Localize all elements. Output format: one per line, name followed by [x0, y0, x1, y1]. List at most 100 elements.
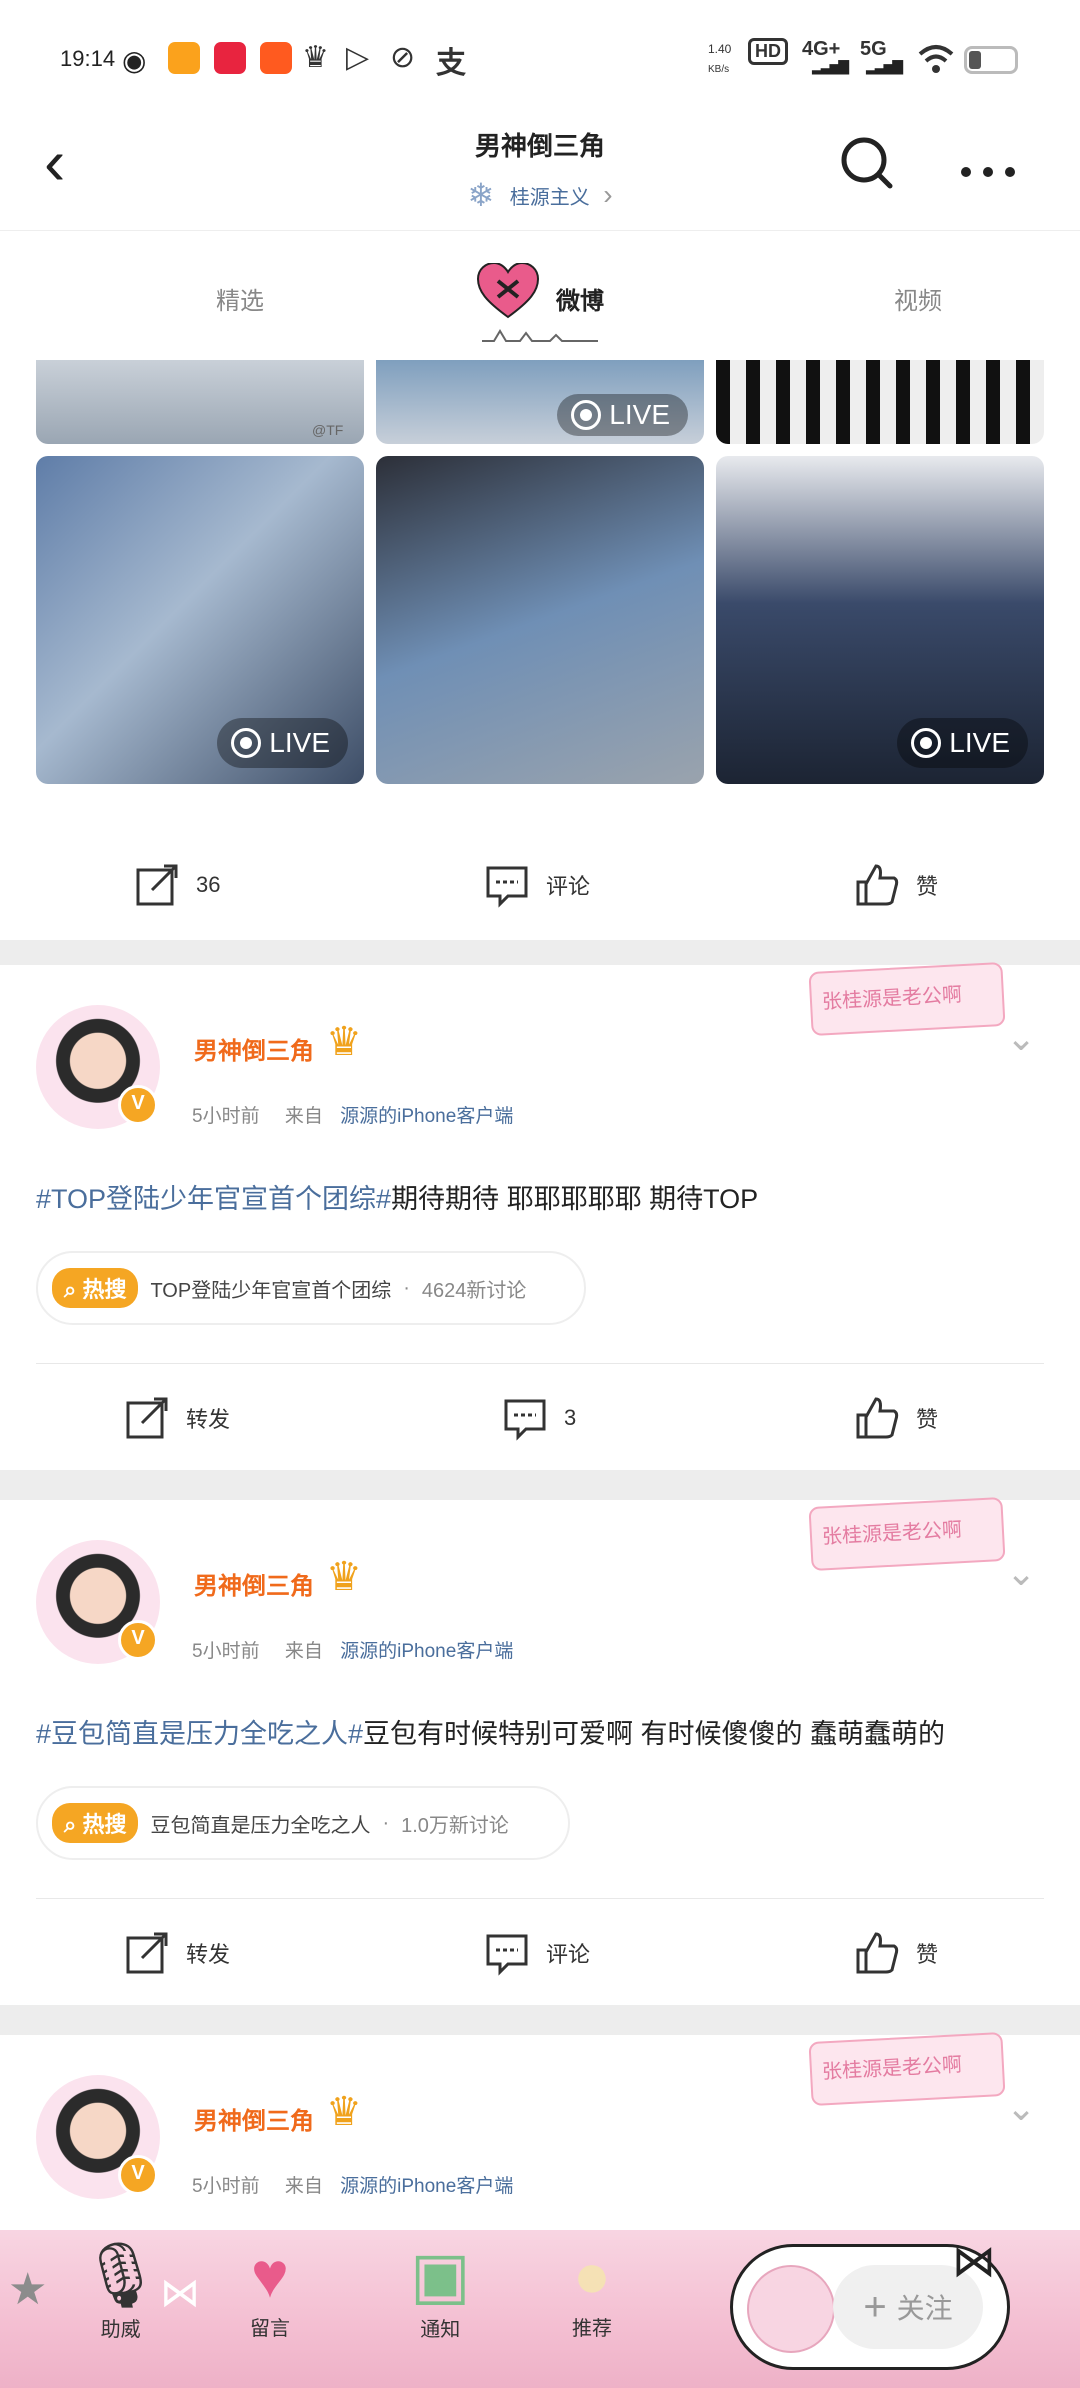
bow-icon: ⋈ — [160, 2271, 200, 2315]
status-time: 19:14 — [60, 46, 116, 71]
chevron-down-icon[interactable]: ⌄ — [1006, 1017, 1036, 1059]
verified-badge: V — [118, 2155, 158, 2195]
tab-video[interactable]: 视频 — [894, 281, 942, 316]
group-subtitle[interactable]: ❄ 桂源主义 › — [0, 176, 1080, 214]
repost-button[interactable]: 转发 — [124, 1395, 230, 1441]
name-sticker: 张桂源是老公啊 — [808, 2031, 1006, 2107]
like-button[interactable]: 赞 — [854, 1930, 938, 1976]
more-icon[interactable] — [956, 130, 1020, 194]
chevron-right-icon: › — [603, 179, 613, 210]
signal-bars-icon: ▂▃▅▇ — [866, 58, 903, 74]
crown-badge-icon: ♛ — [326, 2090, 362, 2134]
hot-search-badge: ⌕ 热搜 — [52, 1803, 139, 1843]
hot-search-label: 热搜 — [82, 1277, 127, 1302]
like-label: 赞 — [916, 1942, 939, 1967]
heart-icon — [476, 263, 540, 319]
hashtag-link[interactable]: #TOP登陆少年官宣首个团综# — [36, 1184, 391, 1214]
live-badge: LIVE — [217, 718, 348, 768]
repost-icon — [126, 1932, 168, 1974]
hot-topic: TOP登陆少年官宣首个团综 — [150, 1279, 392, 1302]
photo-thumbnail[interactable] — [716, 360, 1044, 444]
tab-featured[interactable]: 精选 — [216, 281, 264, 316]
bottom-nav: ★ 🎙 助威 ⋈ ♥ 留言 ▣ 通知 ● 推荐 + 关注 ⋈ — [0, 2230, 1080, 2388]
chevron-down-icon[interactable]: ⌄ — [1006, 1552, 1036, 1594]
photo-thumbnail[interactable]: LIVE — [376, 360, 704, 444]
nav-cheer-label: 助威 — [100, 2319, 141, 2341]
weibo-icon: ◉ — [122, 45, 147, 76]
hot-search-chip[interactable]: ⌕ 热搜 豆包简直是压力全吃之人 · 1.0万新讨论 — [36, 1786, 570, 1860]
page-header: ‹ 男神倒三角 ❄ 桂源主义 › — [0, 120, 1080, 230]
hot-dot: · — [382, 1811, 390, 1834]
thumbs-up-icon — [856, 864, 899, 906]
tab-weibo[interactable]: 微博 — [556, 281, 604, 316]
crown-icon: ♛ — [302, 41, 329, 74]
comment-button[interactable]: 评论 — [484, 862, 590, 908]
repost-button[interactable]: 36 — [134, 862, 220, 908]
chevron-down-icon[interactable]: ⌄ — [1006, 2087, 1036, 2129]
live-label: LIVE — [269, 727, 330, 758]
post-body: 期待期待 耶耶耶耶耶 期待TOP — [391, 1184, 759, 1214]
net-speed: 1.40 — [708, 42, 732, 56]
hot-dot: · — [403, 1276, 410, 1299]
comment-count: 3 — [564, 1405, 577, 1430]
nav-recommend[interactable]: ● 推荐 — [572, 2238, 612, 2341]
repost-icon — [126, 1397, 168, 1439]
username[interactable]: 男神倒三角 — [194, 1031, 314, 1066]
post-from: 来自 — [284, 1641, 323, 1662]
photo-thumbnail[interactable]: LIVE — [36, 456, 364, 784]
post-card: V 男神倒三角 ♛ 5小时前 来自 源源的iPhone客户端 张桂源是老公啊 ⌄ — [0, 2031, 1080, 2235]
post-from: 来自 — [284, 1106, 323, 1127]
post-source[interactable]: 源源的iPhone客户端 — [340, 2176, 513, 2197]
repost-count: 36 — [196, 872, 221, 897]
winged-heart-icon: ♥ — [251, 2239, 289, 2311]
hot-search-chip[interactable]: ⌕ 热搜 TOP登陆少年官宣首个团综 · 4624新讨论 — [36, 1251, 586, 1325]
photo-thumbnail[interactable]: LIVE — [716, 456, 1044, 784]
verified-badge: V — [118, 1620, 158, 1660]
like-button[interactable]: 赞 — [854, 862, 938, 908]
comment-button[interactable]: 评论 — [484, 1930, 590, 1976]
signal-bars-icon: ▂▃▅▇ — [812, 58, 849, 74]
follow-label: 关注 — [896, 2293, 953, 2324]
crown-badge-icon: ♛ — [326, 1020, 362, 1064]
post-card: @TF LIVE LIVE LIVE — [0, 360, 1080, 830]
alipay-icon: 支 — [436, 47, 466, 80]
taobao-icon — [260, 42, 292, 74]
live-label: LIVE — [609, 399, 670, 430]
sticker-text: 张桂源是老公啊 — [821, 2054, 963, 2084]
nav-notifications[interactable]: ▣ 通知 — [410, 2238, 470, 2342]
like-button[interactable]: 赞 — [854, 1395, 938, 1441]
battery-icon — [964, 46, 1018, 74]
hot-topic: 豆包简直是压力全吃之人 — [150, 1814, 371, 1837]
username[interactable]: 男神倒三角 — [194, 2101, 314, 2136]
watermark-text: @TF — [312, 422, 344, 438]
leaf-icon: ⊘ — [390, 41, 416, 74]
post-from: 来自 — [284, 2176, 323, 2197]
post-source[interactable]: 源源的iPhone客户端 — [340, 1641, 513, 1662]
search-icon[interactable] — [834, 130, 898, 194]
repost-button[interactable]: 转发 — [124, 1930, 230, 1976]
wifi-icon — [918, 45, 954, 73]
nav-cheer[interactable]: 🎙 助威 — [80, 2238, 161, 2342]
post-time: 5小时前 — [192, 1641, 260, 1662]
photo-thumbnail[interactable] — [376, 456, 704, 784]
username[interactable]: 男神倒三角 — [194, 1566, 314, 1601]
comment-icon — [504, 1399, 546, 1441]
comment-button[interactable]: 3 — [502, 1395, 576, 1441]
repost-icon — [136, 864, 178, 906]
net-speed-unit: KB/s — [708, 64, 730, 75]
status-bar: 19:14 ◉ ♛ ▷ ⊘ 支 1.40 KB/s HD 4G+ ▂▃▅▇ 5G… — [0, 0, 1080, 120]
like-label: 赞 — [916, 874, 939, 899]
hashtag-link[interactable]: #豆包简直是压力全吃之人# — [36, 1719, 363, 1749]
video-icon: ▷ — [346, 41, 370, 74]
snowflake-icon: ❄ — [467, 177, 495, 213]
nav-recommend-label: 推荐 — [572, 2318, 612, 2340]
divider — [36, 1363, 1044, 1364]
hot-search-label: 热搜 — [82, 1812, 127, 1837]
hd-icon: HD — [748, 38, 788, 65]
nav-messages[interactable]: ♥ 留言 — [250, 2238, 290, 2341]
post-body: 豆包有时候特别可爱啊 有时候傻傻的 蠢萌蠢萌的 — [363, 1719, 946, 1749]
star-icon: ★ — [8, 2265, 48, 2314]
name-sticker: 张桂源是老公啊 — [808, 1496, 1006, 1572]
live-label: LIVE — [949, 727, 1010, 758]
post-source[interactable]: 源源的iPhone客户端 — [340, 1106, 513, 1127]
